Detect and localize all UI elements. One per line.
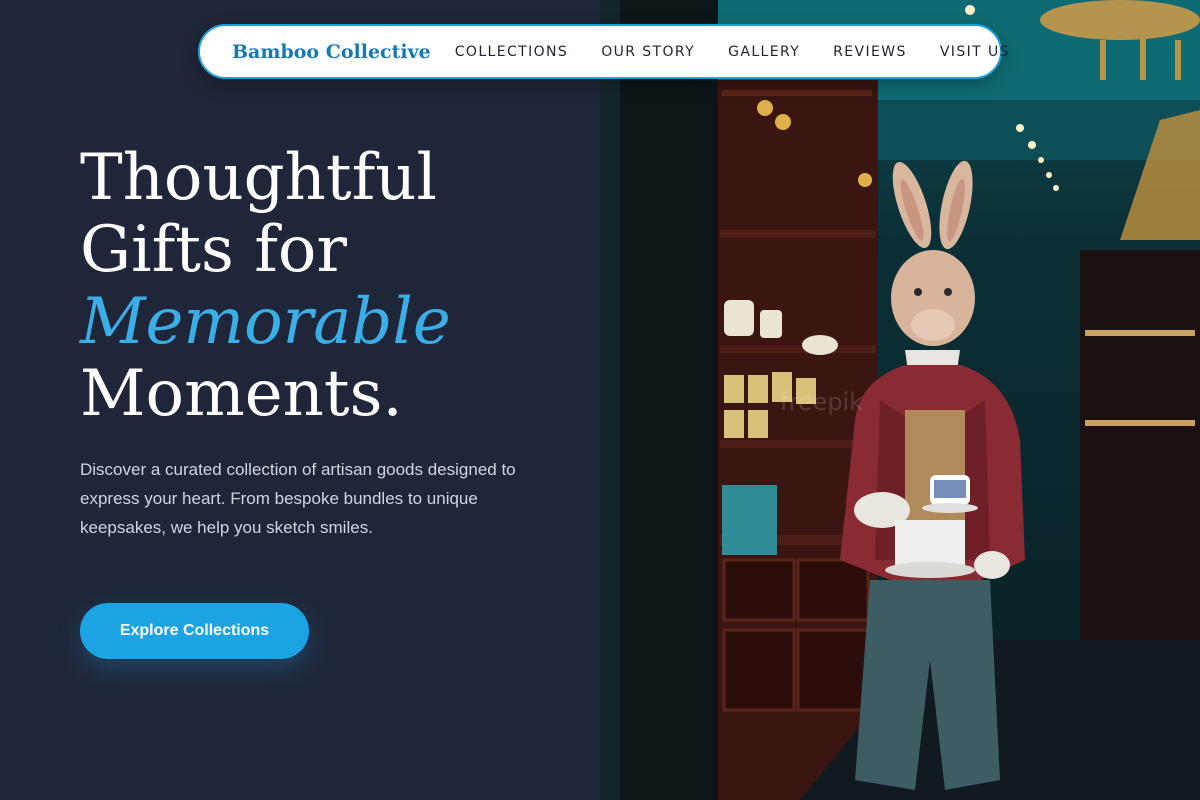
hero-title-accent: Memorable (80, 285, 451, 359)
top-navbar: Bamboo Collective COLLECTIONS OUR STORY … (198, 24, 1008, 79)
hero-title-line-2: Gifts for (80, 213, 347, 287)
svg-text:freepik: freepik (780, 388, 863, 416)
nav-item-collections[interactable]: COLLECTIONS (455, 44, 568, 60)
nav-links: COLLECTIONS OUR STORY GALLERY REVIEWS VI… (455, 44, 1010, 60)
rabbit-shop-illustration: freepik (600, 0, 1200, 800)
nav-item-our-story[interactable]: OUR STORY (601, 44, 695, 60)
hero-image: freepik (600, 0, 1200, 800)
explore-collections-button[interactable]: Explore Collections (80, 603, 309, 659)
hero-title-line-1: Thoughtful (80, 141, 437, 215)
nav-item-gallery[interactable]: GALLERY (728, 44, 800, 60)
brand-logo[interactable]: Bamboo Collective (232, 41, 431, 63)
hero-description: Discover a curated collection of artisan… (80, 460, 516, 537)
hero-title-line-4: Moments. (80, 357, 403, 431)
hero-title: Thoughtful Gifts for Memorable Moments. (80, 142, 580, 430)
nav-item-visit-us[interactable]: VISIT US (940, 44, 1010, 60)
nav-item-reviews[interactable]: REVIEWS (833, 44, 907, 60)
